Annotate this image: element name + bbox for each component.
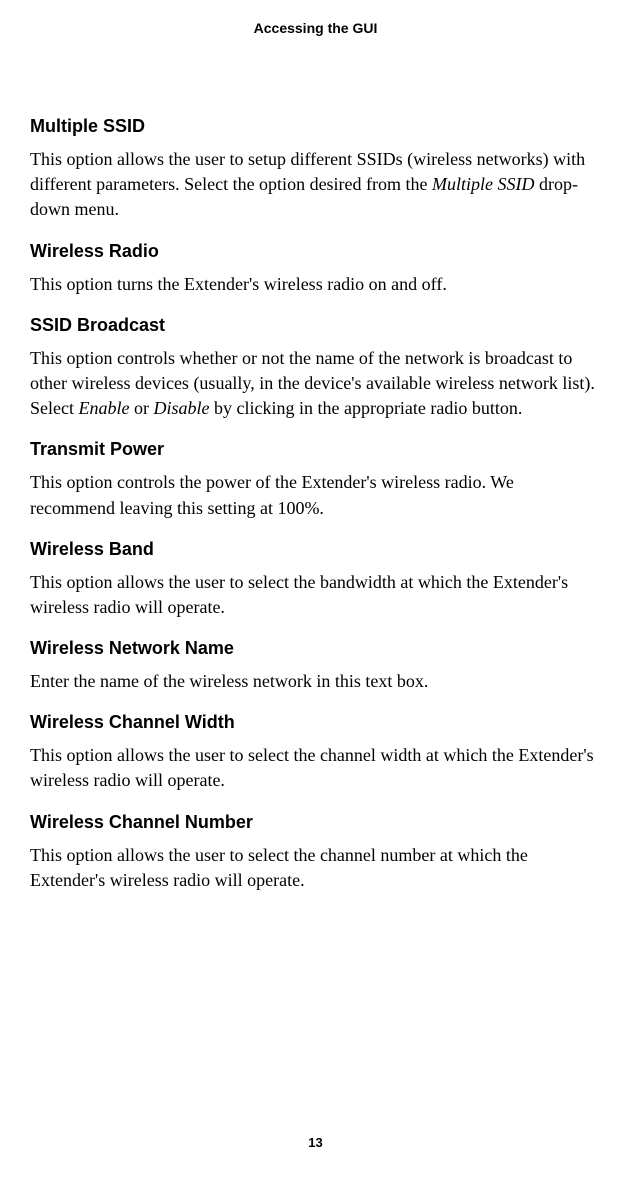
section-wireless-channel-width: Wireless Channel Width This option allow… — [30, 712, 601, 793]
section-heading: Transmit Power — [30, 439, 601, 460]
section-body: This option allows the user to setup dif… — [30, 147, 601, 223]
section-heading: Wireless Network Name — [30, 638, 601, 659]
section-wireless-channel-number: Wireless Channel Number This option allo… — [30, 812, 601, 893]
section-wireless-radio: Wireless Radio This option turns the Ext… — [30, 241, 601, 297]
page-number: 13 — [0, 1135, 631, 1150]
section-ssid-broadcast: SSID Broadcast This option controls whet… — [30, 315, 601, 422]
body-text-italic: Multiple SSID — [432, 174, 534, 194]
section-body: Enter the name of the wireless network i… — [30, 669, 601, 694]
body-text-italic: Enable — [78, 398, 129, 418]
body-text-italic: Disable — [153, 398, 209, 418]
section-wireless-network-name: Wireless Network Name Enter the name of … — [30, 638, 601, 694]
section-heading: Multiple SSID — [30, 116, 601, 137]
section-wireless-band: Wireless Band This option allows the use… — [30, 539, 601, 620]
body-text-post: by clicking in the appropriate radio but… — [209, 398, 522, 418]
section-heading: Wireless Channel Number — [30, 812, 601, 833]
section-heading: Wireless Channel Width — [30, 712, 601, 733]
section-transmit-power: Transmit Power This option controls the … — [30, 439, 601, 520]
section-multiple-ssid: Multiple SSID This option allows the use… — [30, 116, 601, 223]
section-body: This option allows the user to select th… — [30, 570, 601, 620]
section-body: This option allows the user to select th… — [30, 743, 601, 793]
section-body: This option controls the power of the Ex… — [30, 470, 601, 520]
section-body: This option allows the user to select th… — [30, 843, 601, 893]
section-body: This option turns the Extender's wireles… — [30, 272, 601, 297]
section-body: This option controls whether or not the … — [30, 346, 601, 422]
section-heading: Wireless Band — [30, 539, 601, 560]
section-heading: SSID Broadcast — [30, 315, 601, 336]
body-text-mid: or — [129, 398, 153, 418]
page-header: Accessing the GUI — [30, 20, 601, 36]
section-heading: Wireless Radio — [30, 241, 601, 262]
